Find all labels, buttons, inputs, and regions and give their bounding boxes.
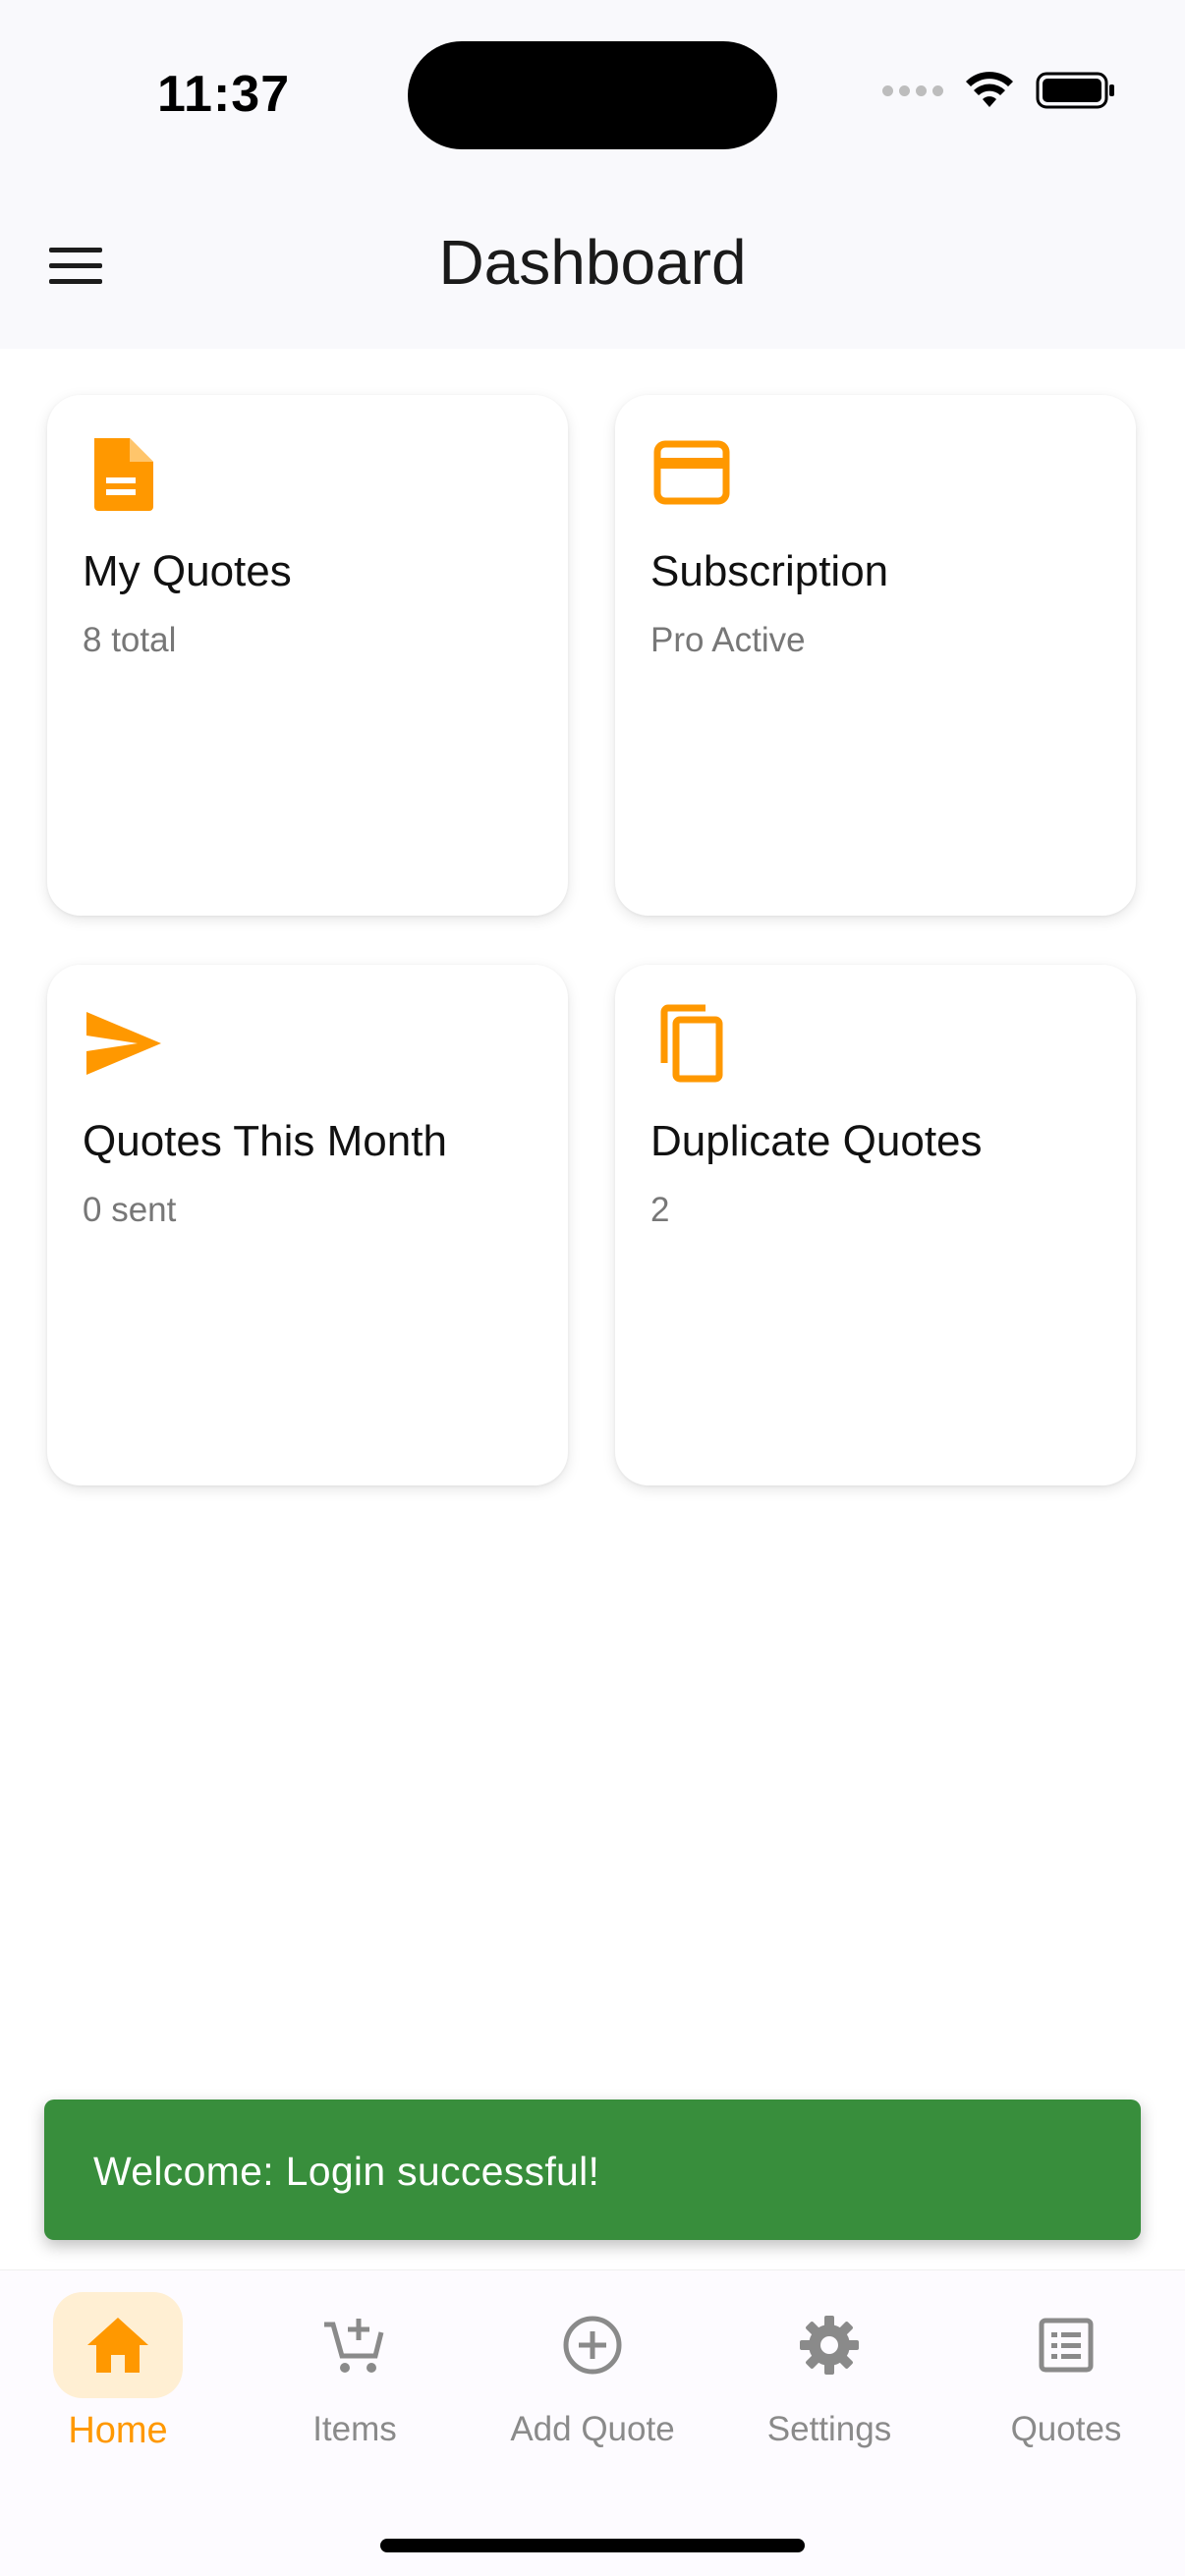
status-time: 11:37: [157, 66, 291, 123]
nav-item-quotes[interactable]: Quotes: [968, 2292, 1164, 2489]
nav-indicator: [53, 2292, 183, 2398]
card-title: Duplicate Quotes: [650, 1117, 983, 1165]
nav-item-add-quote[interactable]: Add Quote: [494, 2292, 691, 2489]
wifi-icon: [966, 72, 1013, 107]
add-cart-icon: [324, 2319, 384, 2373]
nav-label: Home: [68, 2410, 168, 2451]
card-subtitle: Pro Active: [650, 621, 806, 659]
dynamic-island: [408, 41, 777, 149]
status-icons: [882, 71, 1116, 110]
battery-icon: [1036, 72, 1114, 109]
page-title: Dashboard: [438, 227, 747, 298]
card-duplicate-quotes[interactable]: Duplicate Quotes 2: [615, 965, 1136, 1485]
copy-icon: [660, 1004, 723, 1083]
card-subtitle: 8 total: [83, 621, 177, 659]
home-indicator[interactable]: [380, 2539, 805, 2552]
card-subtitle: 2: [650, 1191, 670, 1229]
nav-label: Add Quote: [510, 2410, 675, 2448]
add-circle-icon: [563, 2316, 622, 2375]
card-my-quotes[interactable]: My Quotes 8 total: [47, 395, 568, 916]
card-title: My Quotes: [83, 547, 292, 595]
nav-label: Items: [312, 2410, 397, 2448]
list-icon: [1039, 2318, 1094, 2373]
document-icon: [94, 438, 153, 511]
gear-icon: [800, 2316, 859, 2375]
card-quotes-this-month[interactable]: Quotes This Month 0 sent: [47, 965, 568, 1485]
cellular-signal-icon: [882, 84, 943, 96]
nav-label: Quotes: [1010, 2410, 1122, 2448]
home-icon: [87, 2318, 148, 2373]
snackbar: Welcome: Login successful!: [44, 2100, 1141, 2240]
credit-card-icon: [653, 440, 730, 505]
card-title: Quotes This Month: [83, 1117, 447, 1165]
card-subtitle: 0 sent: [83, 1191, 177, 1229]
app-bar: Dashboard: [0, 196, 1185, 330]
nav-item-items[interactable]: Items: [256, 2292, 453, 2489]
nav-item-home[interactable]: Home: [20, 2292, 216, 2489]
send-icon: [86, 1012, 161, 1075]
snackbar-message: Welcome: Login successful!: [93, 2149, 600, 2194]
card-subscription[interactable]: Subscription Pro Active: [615, 395, 1136, 916]
nav-label: Settings: [766, 2410, 892, 2448]
bottom-navigation: Home Items Add Quote Settings Quotes: [0, 2269, 1185, 2576]
dashboard-screen: 11:37 Dashboard My Quotes 8 total Subscr…: [0, 0, 1185, 2576]
nav-item-settings[interactable]: Settings: [731, 2292, 928, 2489]
card-title: Subscription: [650, 547, 889, 595]
